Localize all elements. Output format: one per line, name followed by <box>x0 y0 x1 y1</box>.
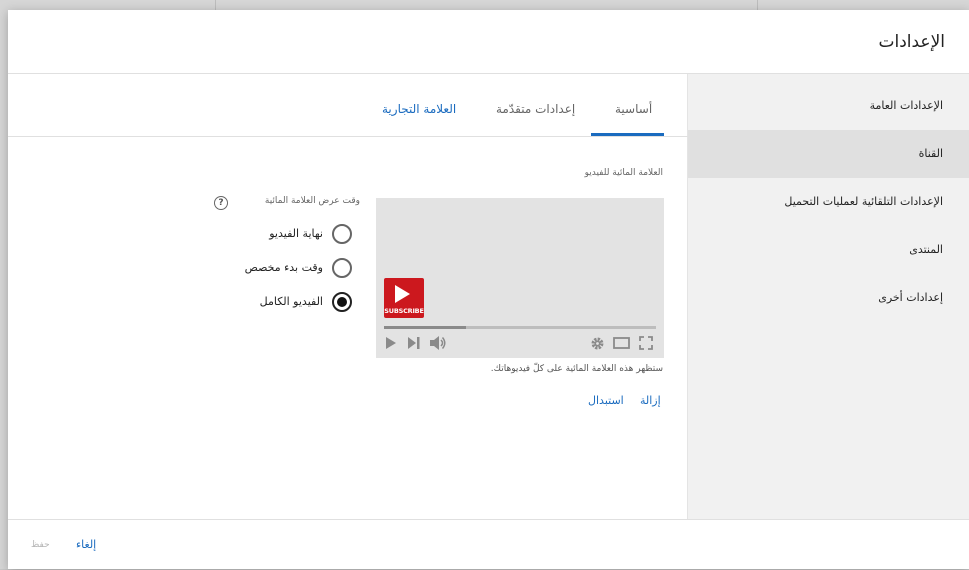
display-time-question: وقت عرض العلامة المائية <box>264 196 360 206</box>
dialog-footer: إلغاء حفظ <box>8 519 969 570</box>
sidebar-item-label: إعدادات أخرى <box>878 291 943 304</box>
sidebar-item-label: المنتدى <box>909 243 943 256</box>
theater-mode-icon <box>613 337 630 349</box>
radio-option-custom-start[interactable]: وقت بدء مخصص <box>152 258 352 280</box>
radio-option-entire-video[interactable]: الفيديو الكامل <box>152 292 352 314</box>
watermark-section-label: العلامة المائية للفيديو <box>584 168 663 178</box>
video-progress-fill <box>384 326 466 329</box>
watermark-note: ستظهر هذه العلامة المائية على كلّ فيديوه… <box>490 364 663 374</box>
help-icon[interactable]: ? <box>214 196 228 210</box>
sidebar-item-upload-defaults[interactable]: الإعدادات التلقائية لعمليات التحميل <box>688 178 969 226</box>
radio-button[interactable] <box>332 258 352 278</box>
play-icon <box>395 285 410 303</box>
sidebar-item-channel[interactable]: القناة <box>688 130 969 178</box>
watermark-logo: SUBSCRIBE <box>384 278 424 318</box>
fullscreen-icon <box>639 336 653 350</box>
sidebar-item-label: القناة <box>918 147 943 160</box>
save-button[interactable]: حفظ <box>31 540 50 550</box>
settings-gear-icon <box>591 337 604 350</box>
radio-option-end-of-video[interactable]: نهاية الفيديو <box>152 224 352 246</box>
radio-option-label: نهاية الفيديو <box>269 227 323 240</box>
dialog-header: الإعدادات <box>8 10 969 74</box>
radio-button[interactable] <box>332 224 352 244</box>
tab-advanced[interactable]: إعدادات متقدّمة <box>496 102 575 116</box>
video-progress-bar <box>384 326 656 329</box>
sidebar-item-label: الإعدادات التلقائية لعمليات التحميل <box>784 195 943 208</box>
settings-dialog: الإعدادات الإعدادات العامة القناة الإعدا… <box>8 10 969 569</box>
volume-icon <box>430 336 446 350</box>
watermark-logo-text: SUBSCRIBE <box>384 307 424 315</box>
play-icon <box>386 337 396 349</box>
main-panel: أساسية إعدادات متقدّمة العلامة التجارية … <box>8 74 688 519</box>
radio-option-label: الفيديو الكامل <box>259 295 323 308</box>
sidebar-item-general[interactable]: الإعدادات العامة <box>688 82 969 130</box>
tab-branding[interactable]: العلامة التجارية <box>382 102 456 116</box>
tab-selected-indicator <box>591 133 664 136</box>
next-icon <box>408 337 420 349</box>
dialog-title: الإعدادات <box>878 32 945 52</box>
backdrop-divider <box>215 0 216 10</box>
tab-basic[interactable]: أساسية <box>615 102 652 116</box>
replace-watermark-link[interactable]: استبدال <box>588 394 624 407</box>
backdrop-divider <box>757 0 758 10</box>
sidebar-item-label: الإعدادات العامة <box>869 99 943 112</box>
remove-watermark-link[interactable]: إزالة <box>640 394 661 407</box>
cancel-button[interactable]: إلغاء <box>76 538 96 551</box>
watermark-preview-player: SUBSCRIBE <box>376 198 664 358</box>
sidebar-item-other[interactable]: إعدادات أخرى <box>688 274 969 322</box>
radio-option-label: وقت بدء مخصص <box>244 261 323 274</box>
sidebar-item-community[interactable]: المنتدى <box>688 226 969 274</box>
radio-button-selected[interactable] <box>332 292 352 312</box>
tab-bar: أساسية إعدادات متقدّمة العلامة التجارية <box>8 74 688 137</box>
settings-sidebar: الإعدادات العامة القناة الإعدادات التلقا… <box>687 74 969 519</box>
